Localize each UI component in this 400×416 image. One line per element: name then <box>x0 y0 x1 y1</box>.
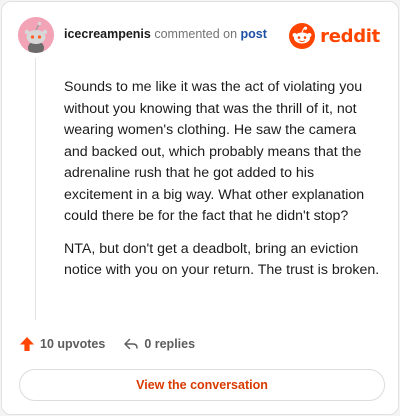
reddit-logo[interactable]: reddit <box>289 23 380 49</box>
upvote-count: 10 upvotes <box>40 337 106 351</box>
username-link[interactable]: icecreampenis <box>64 27 151 41</box>
upvote-arrow-icon <box>20 337 34 351</box>
comment-header: icecreampenis commented on post <box>64 27 267 41</box>
reply-arrow-icon <box>124 338 139 350</box>
comment-embed-card: icecreampenis commented on post reddit S… <box>1 1 399 415</box>
view-conversation-button[interactable]: View the conversation <box>19 369 385 401</box>
post-link[interactable]: post <box>241 27 267 41</box>
reddit-logo-icon <box>289 23 316 49</box>
reply-button[interactable]: 0 replies <box>123 336 195 352</box>
user-avatar[interactable] <box>18 17 54 53</box>
reply-count: 0 replies <box>144 337 196 351</box>
comment-paragraph: NTA, but don't get a deadbolt, bring an … <box>64 240 380 279</box>
upvote-button[interactable]: 10 upvotes <box>19 336 105 352</box>
comment-paragraph: Sounds to me like it was the act of viol… <box>64 79 365 224</box>
brand-wordmark: reddit <box>320 25 380 47</box>
snoo-avatar-icon <box>18 17 54 53</box>
action-text: commented on <box>154 27 238 41</box>
thread-line <box>35 58 36 320</box>
comment-actions: 10 upvotes 0 replies <box>19 336 195 352</box>
comment-body: Sounds to me like it was the act of viol… <box>64 77 380 293</box>
